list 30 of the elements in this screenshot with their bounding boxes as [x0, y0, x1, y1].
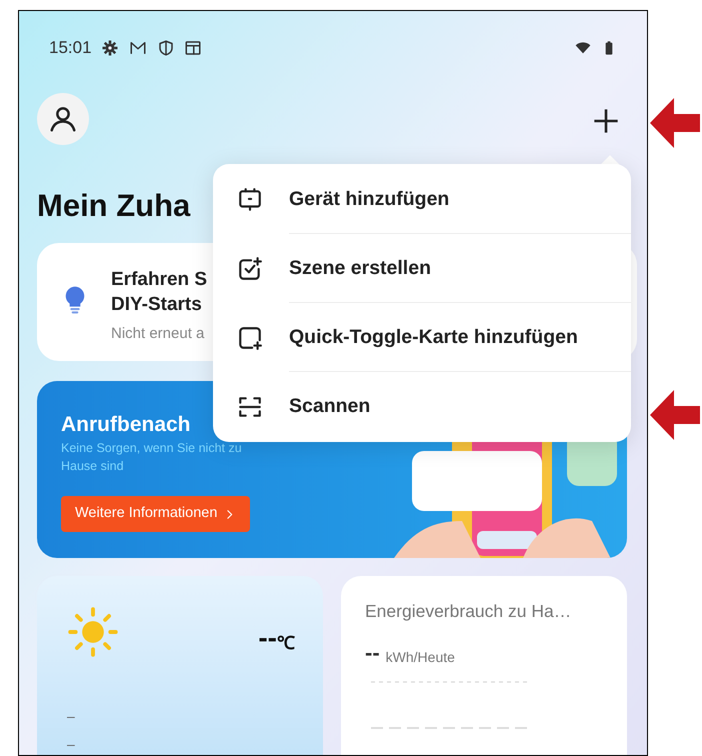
annotation-arrow-icon	[650, 98, 700, 148]
weather-detail: –	[67, 707, 75, 726]
temperature-unit: ℃	[277, 634, 295, 652]
gear-icon	[100, 38, 119, 57]
add-icon[interactable]	[592, 107, 620, 135]
menu-item[interactable]: Szene erstellen	[213, 234, 631, 303]
status-time: 15:01	[49, 37, 92, 59]
checklist-add-icon	[237, 256, 263, 282]
weather-detail: –	[67, 735, 75, 754]
page-title: Mein Zuha	[37, 187, 190, 225]
device-icon	[237, 187, 263, 213]
energy-unit: kWh/Heute	[386, 650, 455, 664]
add-card-icon	[237, 325, 263, 351]
energy-title: Energieverbrauch zu Ha…	[365, 600, 572, 623]
menu-item[interactable]: Gerät hinzufügen	[213, 165, 631, 234]
banner-title: Anrufbenach	[61, 412, 191, 438]
profile-button[interactable]	[37, 93, 89, 145]
sun-icon	[67, 606, 119, 658]
tip-title: Erfahren S DIY-Starts	[111, 268, 208, 317]
temperature-value: --	[258, 624, 277, 652]
menu-item[interactable]: Quick-Toggle-Karte hinzufügen	[213, 303, 631, 372]
annotation-arrow-icon	[650, 390, 700, 440]
banner-text: Keine Sorgen, wenn Sie nicht zu Hause sind	[61, 440, 243, 475]
shield-icon	[156, 38, 175, 57]
window-icon	[184, 38, 202, 57]
menu-item[interactable]: Scannen	[213, 372, 631, 441]
person-icon	[48, 104, 78, 134]
tip-subtitle: Nicht erneut a	[111, 324, 204, 344]
energy-value: --	[365, 642, 380, 664]
wifi-icon	[574, 40, 592, 56]
